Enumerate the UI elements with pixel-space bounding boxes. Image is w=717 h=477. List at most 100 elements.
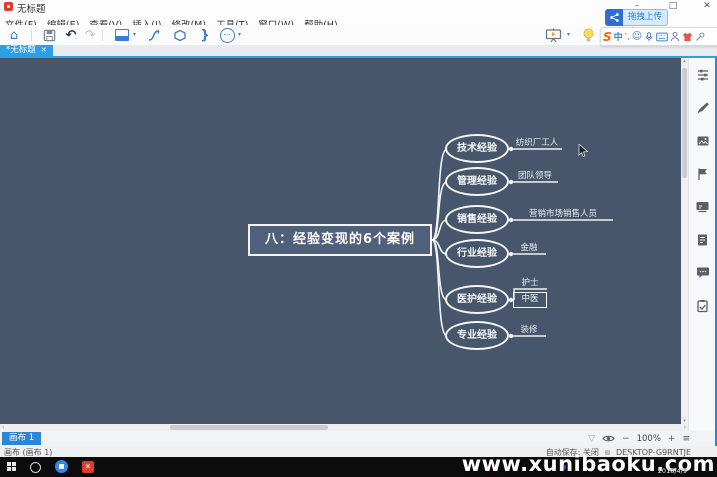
branch-node-technical[interactable]: 技术经验	[445, 134, 509, 163]
topic-caret-icon[interactable]: ▾	[133, 31, 136, 38]
more-tools-button[interactable]: ⋯	[217, 27, 237, 43]
horizontal-scrollbar[interactable]: ‹ ›	[0, 424, 688, 431]
leaf-node[interactable]: 装修	[514, 325, 544, 335]
comment-icon	[696, 266, 710, 279]
summary-brace-icon: }	[200, 29, 209, 42]
mindmap-canvas[interactable]: 八：经验变现的6个案例 技术经验 管理经验 销售经验 行业经验 医护经验 专业经…	[0, 58, 681, 424]
keyboard-icon[interactable]	[656, 32, 668, 42]
presentation-button[interactable]	[543, 27, 563, 43]
structure-icon	[696, 68, 710, 82]
taskbar-app-red-icon[interactable]: ✕	[82, 461, 94, 473]
note-icon	[696, 233, 709, 247]
leaf-node[interactable]: 团队领导	[514, 171, 556, 181]
topic-icon	[115, 29, 129, 41]
task-check-icon	[696, 299, 709, 313]
scroll-right-icon[interactable]: ›	[684, 424, 686, 431]
skin-shirt-icon[interactable]	[682, 32, 693, 42]
branch-node-management[interactable]: 管理经验	[445, 167, 509, 196]
save-icon	[43, 29, 56, 42]
app-window: 无标题 – □ ✕ 文件(F)编辑(E)查看(V)插入(I)修改(M)工具(T)…	[0, 0, 717, 477]
branch-node-sales[interactable]: 销售经验	[445, 205, 509, 234]
image-panel-button[interactable]	[689, 124, 716, 157]
presentation-caret-icon[interactable]: ▾	[567, 31, 570, 38]
person-icon[interactable]	[670, 31, 680, 42]
mark-panel-button[interactable]	[689, 157, 716, 190]
presentation-icon	[545, 28, 562, 43]
task-panel-button[interactable]	[689, 289, 716, 322]
zoom-controls: ▽ − 100% + ≡	[588, 431, 690, 446]
microphone-icon[interactable]	[644, 31, 654, 43]
wrench-icon[interactable]	[695, 32, 705, 42]
main-area: 八：经验变现的6个案例 技术经验 管理经验 销售经验 行业经验 医护经验 专业经…	[0, 58, 717, 424]
tray-date: 2018/4/9	[658, 467, 687, 475]
sheet-tab-canvas1[interactable]: 画布 1	[2, 432, 41, 445]
central-topic-node[interactable]: 八：经验变现的6个案例	[248, 224, 432, 256]
leaf-node[interactable]: 纺织厂工人	[514, 138, 560, 148]
zoom-out-button[interactable]: −	[622, 434, 630, 444]
cortana-search-icon[interactable]	[30, 462, 41, 473]
zoom-level: 100%	[637, 434, 661, 444]
fit-window-icon[interactable]: ≡	[682, 434, 690, 444]
tips-button[interactable]	[578, 27, 598, 43]
close-button[interactable]: ✕	[694, 0, 717, 13]
zoom-in-button[interactable]: +	[668, 434, 676, 444]
relationship-button[interactable]	[144, 27, 164, 43]
leaf-node[interactable]: 护士	[515, 278, 545, 288]
relationship-icon	[147, 29, 161, 42]
structure-panel-button[interactable]	[689, 58, 716, 91]
leaf-node[interactable]: 金融	[514, 243, 544, 253]
boundary-button[interactable]	[170, 27, 190, 43]
clipart-panel-button[interactable]	[689, 190, 716, 223]
upload-badge-label: 拖拽上传	[623, 9, 668, 26]
ime-toolbar: S 中 ’, ☺	[600, 27, 717, 46]
chinese-mode-icon[interactable]: 中	[614, 30, 623, 43]
start-button[interactable]	[7, 462, 17, 472]
more-icon: ⋯	[220, 28, 235, 43]
undo-icon: ↶	[66, 29, 77, 42]
style-panel-button[interactable]	[689, 91, 716, 124]
vertical-scroll-thumb[interactable]	[682, 68, 687, 178]
lightbulb-icon	[582, 28, 595, 43]
comment-panel-button[interactable]	[689, 256, 716, 289]
scroll-up-icon[interactable]: ▴	[681, 58, 688, 64]
leaf-node-selected[interactable]: 中医	[513, 292, 547, 308]
windows-taskbar: ✕ 2018/4/9 www.xunibaoku.com	[0, 457, 717, 477]
undo-button[interactable]: ↶	[61, 27, 81, 43]
cloud-upload-badge[interactable]: 拖拽上传	[605, 9, 668, 26]
cloud-logo-icon	[605, 9, 623, 26]
boundary-icon	[173, 29, 187, 42]
clipart-icon	[695, 200, 710, 213]
more-caret-icon[interactable]: ▾	[238, 31, 241, 38]
tab-close-icon[interactable]: ✕	[41, 45, 47, 56]
flag-icon	[696, 167, 710, 181]
insert-topic-button[interactable]	[112, 27, 132, 43]
mouse-cursor	[578, 144, 589, 158]
scroll-left-icon[interactable]: ‹	[2, 424, 4, 431]
branch-node-medical[interactable]: 医护经验	[445, 285, 509, 314]
summary-button[interactable]: }	[195, 27, 215, 43]
home-button[interactable]: ⌂	[4, 27, 24, 43]
leaf-node[interactable]: 营销市场销售人员	[516, 209, 610, 219]
redo-icon: ↷	[85, 29, 96, 42]
redo-button[interactable]: ↷	[80, 27, 100, 43]
taskbar-app-mindmap-icon[interactable]	[55, 460, 68, 473]
note-panel-button[interactable]	[689, 223, 716, 256]
vertical-scrollbar[interactable]: ▴ ▾	[681, 58, 688, 424]
document-tab-bar: *无标题 ✕	[0, 45, 717, 58]
image-icon	[696, 134, 710, 148]
branch-node-industry[interactable]: 行业经验	[445, 239, 509, 268]
toolbar-separator	[102, 29, 103, 41]
branch-node-professional[interactable]: 专业经验	[445, 321, 509, 350]
tab-label: *无标题	[6, 45, 36, 56]
toolbar-separator	[31, 29, 32, 41]
filter-funnel-icon[interactable]: ▽	[588, 434, 595, 444]
eye-icon[interactable]	[602, 434, 615, 443]
sogou-logo-icon[interactable]: S	[603, 30, 612, 44]
brush-icon	[696, 101, 710, 115]
save-button[interactable]	[39, 27, 59, 43]
emoji-icon[interactable]: ☺	[632, 31, 642, 42]
tab-untitled[interactable]: *无标题 ✕	[0, 45, 53, 56]
punctuation-icon[interactable]: ’,	[625, 32, 630, 41]
horizontal-scroll-thumb[interactable]	[170, 425, 328, 430]
home-icon: ⌂	[10, 29, 18, 42]
